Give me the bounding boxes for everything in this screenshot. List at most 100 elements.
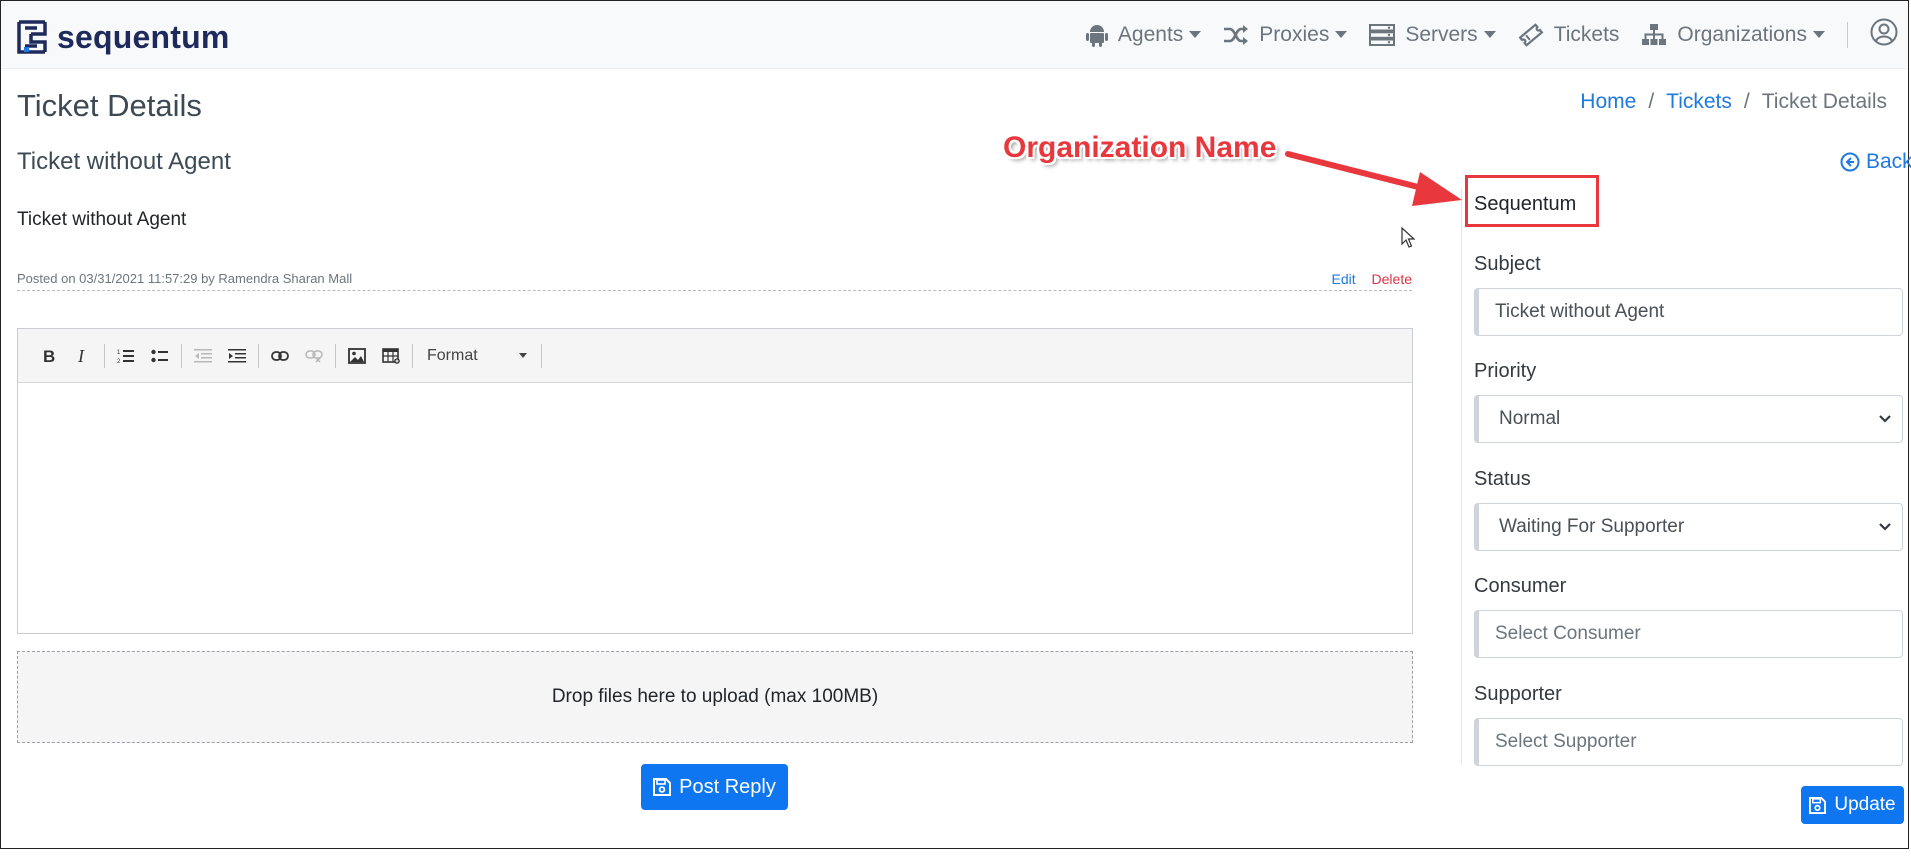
indent-icon — [228, 348, 246, 362]
file-dropzone[interactable]: Drop files here to upload (max 100MB) — [17, 651, 1413, 743]
annotation-label: Organization Name — [1003, 131, 1277, 164]
table-icon — [382, 347, 400, 364]
status-label: Status — [1474, 468, 1531, 490]
toolbar-divider — [541, 343, 542, 368]
ticket-meta-row: Posted on 03/31/2021 11:57:29 by Ramendr… — [17, 268, 1412, 291]
save-icon — [653, 778, 672, 796]
chevron-down-icon — [1335, 31, 1348, 38]
subject-value: Ticket without Agent — [1495, 301, 1665, 322]
ticket-subject: Ticket without Agent — [17, 148, 231, 175]
back-link[interactable]: Back — [1840, 150, 1911, 174]
outdent-button[interactable] — [186, 339, 220, 373]
chevron-down-icon — [1879, 523, 1891, 531]
priority-label: Priority — [1474, 360, 1537, 382]
status-select[interactable]: Waiting For Supporter — [1474, 503, 1903, 551]
save-icon — [1809, 796, 1827, 814]
ticket-icon — [1518, 22, 1544, 47]
logo-text: sequentum — [57, 18, 230, 55]
breadcrumb-home[interactable]: Home — [1580, 90, 1636, 114]
annotation-arrow-icon — [1285, 151, 1462, 206]
edit-link[interactable]: Edit — [1332, 271, 1356, 287]
chevron-down-icon — [1189, 31, 1202, 38]
toolbar-divider — [181, 343, 182, 368]
nav-organizations[interactable]: Organizations — [1641, 23, 1825, 47]
mouse-cursor-icon — [1401, 227, 1415, 248]
post-reply-button[interactable]: Post Reply — [641, 764, 788, 810]
bold-button[interactable]: B — [32, 339, 66, 373]
svg-text:I: I — [77, 348, 85, 364]
consumer-label: Consumer — [1474, 575, 1567, 597]
posted-info: Posted on 03/31/2021 11:57:29 by Ramendr… — [17, 271, 353, 286]
priority-select[interactable]: Normal — [1474, 395, 1903, 443]
annotation-highlight-box — [1465, 175, 1599, 227]
delete-link[interactable]: Delete — [1372, 271, 1412, 287]
update-button[interactable]: Update — [1801, 786, 1904, 824]
status-value: Waiting For Supporter — [1499, 516, 1685, 537]
update-label: Update — [1834, 794, 1896, 815]
supporter-label: Supporter — [1474, 683, 1562, 705]
ticket-body: Ticket without Agent — [17, 209, 187, 230]
nav-tickets-label: Tickets — [1553, 22, 1620, 46]
server-icon — [1369, 23, 1396, 46]
toolbar-divider — [104, 343, 105, 368]
top-navbar: sequentum Agents Proxies Servers Tickets… — [1, 1, 1908, 69]
breadcrumb: Home / Tickets / Ticket Details — [1580, 90, 1887, 114]
breadcrumb-tickets[interactable]: Tickets — [1666, 90, 1732, 114]
subject-label: Subject — [1474, 253, 1541, 275]
nav-servers[interactable]: Servers — [1369, 22, 1496, 47]
supporter-select[interactable]: Select Supporter — [1474, 718, 1903, 766]
subject-input[interactable]: Ticket without Agent — [1474, 288, 1903, 336]
image-button[interactable] — [340, 339, 374, 373]
italic-icon: I — [77, 348, 85, 364]
arrow-circle-left-icon — [1840, 152, 1860, 172]
android-icon — [1085, 24, 1108, 47]
outdent-icon — [194, 348, 212, 362]
unlink-button[interactable] — [297, 339, 331, 373]
sitemap-icon — [1642, 23, 1667, 45]
numbered-list-button[interactable]: 1 2 — [109, 339, 143, 373]
bold-icon: B — [43, 348, 55, 364]
toolbar-divider — [335, 343, 336, 368]
breadcrumb-separator: / — [1648, 90, 1655, 113]
toolbar-divider — [412, 343, 413, 368]
chevron-down-icon — [1879, 415, 1891, 423]
indent-button[interactable] — [220, 339, 254, 373]
user-circle-icon — [1870, 18, 1898, 46]
italic-button[interactable]: I — [66, 339, 100, 373]
link-icon — [271, 350, 289, 361]
shuffle-icon — [1224, 24, 1249, 45]
editor-content-area[interactable] — [18, 383, 1412, 633]
supporter-placeholder: Select Supporter — [1495, 731, 1637, 752]
user-menu[interactable] — [1870, 18, 1898, 51]
svg-text:1: 1 — [117, 350, 121, 356]
chevron-down-icon — [519, 353, 527, 358]
breadcrumb-current: Ticket Details — [1761, 90, 1887, 113]
priority-value: Normal — [1499, 408, 1561, 429]
insert-table-button[interactable] — [374, 339, 408, 373]
format-dropdown-label: Format — [427, 346, 478, 364]
bulleted-list-icon — [151, 349, 168, 362]
nav-divider — [1847, 21, 1848, 48]
nav-tickets[interactable]: Tickets — [1518, 22, 1620, 47]
format-dropdown[interactable]: Format — [417, 347, 537, 365]
breadcrumb-separator: / — [1743, 90, 1750, 113]
nav-proxies-label: Proxies — [1259, 22, 1330, 46]
image-icon — [348, 347, 366, 364]
consumer-select[interactable]: Select Consumer — [1474, 610, 1903, 658]
ticket-actions: Edit Delete — [1332, 271, 1412, 287]
logo[interactable]: sequentum — [17, 17, 230, 57]
consumer-placeholder: Select Consumer — [1495, 623, 1641, 644]
link-button[interactable] — [263, 339, 297, 373]
nav-proxies[interactable]: Proxies — [1223, 22, 1348, 47]
reply-editor: B I 1 2 Format — [17, 328, 1413, 634]
post-reply-label: Post Reply — [679, 775, 776, 798]
nav-agents[interactable]: Agents — [1085, 23, 1202, 47]
nav-organizations-label: Organizations — [1677, 22, 1807, 46]
toolbar-divider — [258, 343, 259, 368]
back-label: Back — [1866, 150, 1911, 173]
main-nav: Agents Proxies Servers Tickets Organizat… — [1064, 1, 1908, 68]
dropzone-text: Drop files here to upload (max 100MB) — [551, 686, 879, 707]
chevron-down-icon — [1813, 31, 1825, 38]
nav-servers-label: Servers — [1405, 22, 1478, 46]
bulleted-list-button[interactable] — [143, 339, 177, 373]
